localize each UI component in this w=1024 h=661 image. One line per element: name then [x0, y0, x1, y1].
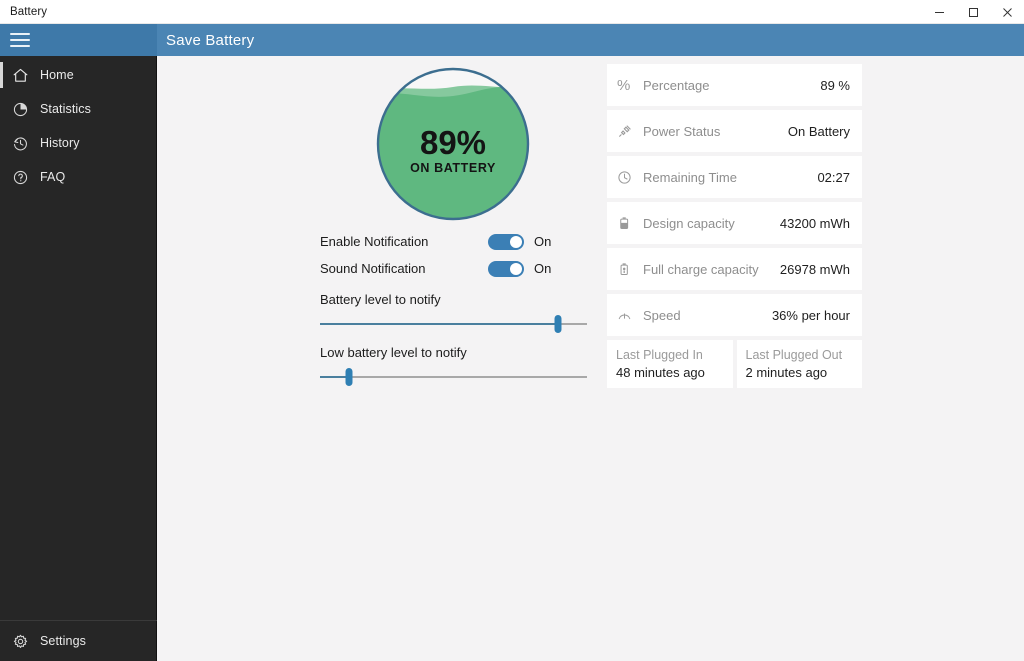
- sidebar: Home Statistics: [0, 56, 157, 661]
- selection-indicator: [0, 62, 3, 88]
- slider-thumb[interactable]: [554, 315, 561, 333]
- percent-icon: %: [617, 78, 643, 93]
- battery-level-slider-label: Battery level to notify: [320, 292, 590, 307]
- battery-gauge-graphic: 89% ON BATTERY: [375, 66, 531, 222]
- sidebar-footer: Settings: [0, 620, 157, 661]
- minimize-icon: [934, 7, 945, 18]
- toggle-knob: [510, 236, 522, 248]
- menu-toggle-button[interactable]: [0, 24, 157, 56]
- maximize-button[interactable]: [956, 0, 990, 24]
- plugged-card-value: 2 minutes ago: [746, 364, 854, 382]
- info-card-value: 26978 mWh: [780, 262, 850, 277]
- sound-notification-row: Sound Notification On: [320, 255, 590, 282]
- history-clock-icon: [0, 135, 40, 152]
- sidebar-item-history[interactable]: History: [0, 126, 156, 160]
- sound-notification-label: Sound Notification: [320, 261, 488, 276]
- sidebar-item-label: Statistics: [40, 102, 91, 116]
- notification-settings: Enable Notification On Sound Notificatio…: [320, 228, 590, 388]
- low-battery-level-slider-label: Low battery level to notify: [320, 345, 590, 360]
- sidebar-item-statistics[interactable]: Statistics: [0, 92, 156, 126]
- info-card-value: 02:27: [817, 170, 850, 185]
- clock-icon: [617, 170, 643, 185]
- close-button[interactable]: [990, 0, 1024, 24]
- info-card-full-charge-capacity: Full charge capacity 26978 mWh: [607, 248, 862, 290]
- battery-info-panel: % Percentage 89 % Power Status On Batter…: [607, 64, 862, 388]
- gauge-status-text: ON BATTERY: [410, 161, 496, 175]
- plugged-card-title: Last Plugged Out: [746, 347, 854, 364]
- plugged-cards-row: Last Plugged In 48 minutes ago Last Plug…: [607, 340, 862, 388]
- info-card-label: Full charge capacity: [643, 262, 780, 277]
- slider-fill: [320, 323, 558, 325]
- info-card-label: Speed: [643, 308, 772, 323]
- toggle-knob: [510, 263, 522, 275]
- app-window: Battery: [0, 0, 1024, 661]
- sidebar-item-faq[interactable]: FAQ: [0, 160, 156, 194]
- battery-gauge: 89% ON BATTERY: [375, 66, 531, 222]
- low-battery-level-slider[interactable]: [320, 366, 590, 388]
- info-card-label: Percentage: [643, 78, 820, 93]
- plug-icon: [617, 124, 643, 139]
- minimize-button[interactable]: [922, 0, 956, 24]
- sound-notification-state: On: [534, 261, 551, 276]
- info-card-label: Design capacity: [643, 216, 780, 231]
- close-icon: [1002, 7, 1013, 18]
- battery-level-slider[interactable]: [320, 313, 590, 335]
- window-title: Battery: [0, 6, 47, 18]
- info-card-percentage: % Percentage 89 %: [607, 64, 862, 106]
- sidebar-item-home[interactable]: Home: [0, 58, 156, 92]
- hamburger-icon: [10, 33, 30, 47]
- plugged-card-title: Last Plugged In: [616, 347, 724, 364]
- info-card-value: 43200 mWh: [780, 216, 850, 231]
- maximize-icon: [968, 7, 979, 18]
- sidebar-nav: Home Statistics: [0, 56, 156, 194]
- slider-track: [320, 376, 587, 378]
- info-card-value: On Battery: [788, 124, 850, 139]
- sidebar-item-label: History: [40, 136, 80, 150]
- enable-notification-row: Enable Notification On: [320, 228, 590, 255]
- gear-icon: [0, 633, 40, 650]
- plugged-card-value: 48 minutes ago: [616, 364, 724, 382]
- info-card-label: Remaining Time: [643, 170, 817, 185]
- info-card-last-plugged-in: Last Plugged In 48 minutes ago: [607, 340, 733, 388]
- pie-chart-icon: [0, 101, 40, 118]
- page-title: Save Battery: [166, 24, 254, 56]
- enable-notification-state: On: [534, 234, 551, 249]
- info-card-label: Power Status: [643, 124, 788, 139]
- info-card-speed: Speed 36% per hour: [607, 294, 862, 336]
- sidebar-item-label: Home: [40, 68, 74, 82]
- info-card-value: 36% per hour: [772, 308, 850, 323]
- slider-thumb[interactable]: [346, 368, 353, 386]
- battery-full-icon: [617, 262, 643, 277]
- app-header-bar: Save Battery: [0, 24, 1024, 56]
- sound-notification-toggle[interactable]: [488, 261, 524, 277]
- info-card-power-status: Power Status On Battery: [607, 110, 862, 152]
- sidebar-item-label: Settings: [40, 634, 86, 648]
- gauge-percent-text: 89%: [420, 124, 486, 161]
- battery-design-icon: [617, 216, 643, 231]
- info-card-remaining-time: Remaining Time 02:27: [607, 156, 862, 198]
- main-content: 89% ON BATTERY Enable Notification On So…: [157, 56, 1024, 661]
- sidebar-item-label: FAQ: [40, 170, 65, 184]
- info-card-last-plugged-out: Last Plugged Out 2 minutes ago: [737, 340, 863, 388]
- info-card-value: 89 %: [820, 78, 850, 93]
- window-controls: [922, 0, 1024, 24]
- window-titlebar: Battery: [0, 0, 1024, 24]
- sidebar-item-settings[interactable]: Settings: [0, 621, 157, 661]
- home-icon: [0, 67, 40, 84]
- enable-notification-toggle[interactable]: [488, 234, 524, 250]
- info-card-design-capacity: Design capacity 43200 mWh: [607, 202, 862, 244]
- speedometer-icon: [617, 308, 643, 323]
- question-circle-icon: [0, 169, 40, 186]
- enable-notification-label: Enable Notification: [320, 234, 488, 249]
